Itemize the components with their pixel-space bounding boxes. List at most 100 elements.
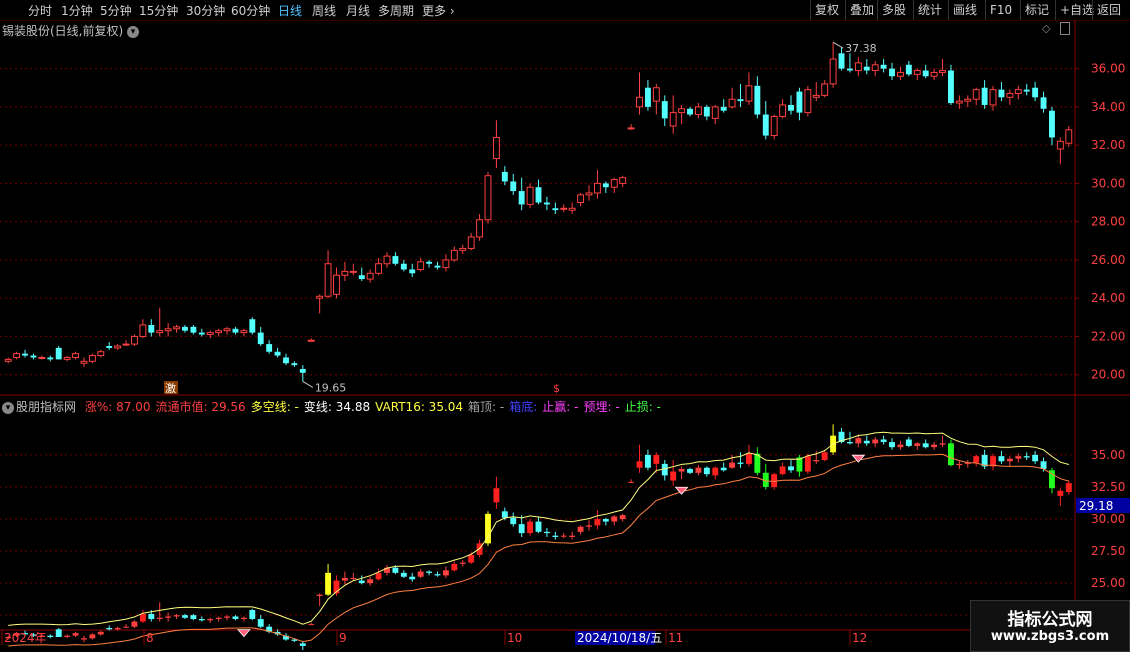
toolbar-button-8[interactable]: 返回 — [1092, 0, 1130, 20]
indicator-candle-body — [880, 439, 887, 443]
toolbar-button-3[interactable]: 统计 — [913, 0, 948, 20]
candle-body — [669, 112, 677, 127]
indicator-candle-body — [552, 535, 559, 537]
candle-body — [711, 106, 719, 119]
period-tab-7[interactable]: 周线 — [312, 2, 336, 19]
indicator-candle-body — [123, 626, 129, 628]
indicator-candle-body — [139, 613, 146, 622]
candle-body — [619, 177, 627, 184]
candle-body — [173, 326, 181, 330]
indicator-candle-body — [333, 580, 340, 594]
indicator-candle-body — [1065, 483, 1072, 493]
candle-body — [913, 70, 921, 75]
indicator-candle-body — [922, 443, 929, 448]
main-y-tick-label: 34.00 — [1091, 100, 1125, 114]
indicator-candle-body — [948, 443, 954, 466]
indicator-candle-body — [527, 521, 534, 534]
candle-body — [114, 345, 122, 349]
chevron-down-icon[interactable]: ▾ — [127, 25, 140, 38]
indicator-candle-body — [914, 443, 921, 446]
toolbar-button-7[interactable]: +自选 — [1055, 0, 1094, 20]
candle-body — [434, 265, 441, 268]
period-tab-2[interactable]: 5分钟 — [100, 2, 132, 19]
more-periods-button[interactable]: 更多 › — [422, 2, 455, 19]
indicator-candle-body — [973, 456, 980, 463]
site-watermark: 指标公式网 www.zbgs3.com — [970, 600, 1130, 652]
candle-body — [535, 187, 542, 203]
indicator-candle-body — [687, 468, 693, 473]
candle-body — [80, 360, 88, 364]
legend-item-2: 多空线: - — [250, 400, 299, 414]
candle-body — [72, 353, 79, 358]
candle-body — [754, 85, 761, 115]
indicator-name[interactable]: 股朋指标网 — [16, 400, 76, 414]
indicator-candle-body — [964, 462, 971, 464]
period-tab-3[interactable]: 15分钟 — [139, 2, 178, 19]
indicator-candle-body — [13, 633, 20, 636]
time-axis-highlight: 2024/10/18/五 — [577, 631, 662, 645]
scroll-icon[interactable] — [1060, 22, 1070, 35]
candle-body — [838, 53, 845, 69]
candle-body — [720, 106, 727, 111]
candle-body — [131, 335, 138, 345]
indicator-candle-body — [1040, 461, 1047, 469]
period-tab-6[interactable]: 日线 — [278, 2, 302, 19]
candle-body — [972, 89, 980, 100]
price-chart[interactable]: 36.00 34.00 32.00 30.00 28.00 26.00 24.00 22.00… — [0, 0, 1130, 650]
candle-body — [240, 330, 248, 334]
candle-body — [333, 274, 340, 295]
indicator-candle-body — [771, 474, 778, 487]
indicator-candle-body — [863, 440, 870, 444]
candle-body — [610, 179, 618, 188]
indicator-candle-body — [350, 577, 357, 579]
candle-body — [687, 108, 693, 115]
indicator-candle-body — [619, 515, 626, 519]
candle-body — [737, 99, 744, 102]
candle-body — [47, 357, 54, 360]
indicator-candle-body — [451, 563, 458, 571]
candle-body — [383, 255, 391, 265]
toolbar-button-1[interactable]: 叠加 — [845, 0, 877, 20]
candle-body — [1023, 89, 1030, 92]
candle-body — [788, 104, 794, 111]
period-tab-4[interactable]: 30分钟 — [186, 2, 225, 19]
indicator-candle-body — [89, 634, 96, 639]
candle-body — [88, 355, 96, 362]
time-highlight-box — [575, 631, 655, 645]
toolbar-button-4[interactable]: 画线 — [948, 0, 985, 20]
indicator-candle-body — [569, 535, 576, 537]
toolbar-button-2[interactable]: 多股 — [877, 0, 913, 20]
candle-body — [307, 339, 315, 342]
indicator-chevron-icon[interactable]: ▾ — [2, 401, 14, 414]
indicator-candle-body — [602, 519, 609, 522]
indicator-candle-body — [114, 628, 121, 630]
candle-body — [846, 68, 853, 71]
candle-body — [198, 332, 205, 335]
indicator-candle-body — [990, 456, 996, 467]
candle-body — [989, 89, 997, 106]
toolbar-button-0[interactable]: 复权 — [810, 0, 845, 20]
period-tab-0[interactable]: 分时 — [28, 2, 52, 19]
indicator-candle-body — [81, 638, 87, 640]
candle-body — [796, 91, 803, 113]
candle-body — [122, 343, 130, 346]
diamond-signal-icon — [237, 629, 251, 638]
period-tab-5[interactable]: 60分钟 — [231, 2, 270, 19]
period-tab-1[interactable]: 1分钟 — [61, 2, 93, 19]
toolbar-button-6[interactable]: 标记 — [1020, 0, 1055, 20]
candle-body — [678, 108, 686, 114]
diamond-icon[interactable]: ◇ — [1042, 22, 1050, 35]
high-pointer — [832, 41, 844, 49]
main-panel-title[interactable]: 锡装股份(日线,前复权) — [2, 24, 123, 38]
toolbar-button-5[interactable]: F10 — [985, 0, 1020, 20]
period-tab-9[interactable]: 多周期 — [378, 2, 414, 19]
indicator-candle-body — [737, 462, 744, 464]
candle-body — [182, 326, 188, 331]
candle-body — [854, 62, 862, 72]
indicator-candle-body — [661, 463, 668, 476]
candle-body — [400, 263, 407, 270]
indicator-lower-line — [8, 453, 1069, 647]
candle-body — [257, 332, 264, 345]
candle-body — [215, 330, 223, 334]
period-tab-8[interactable]: 月线 — [346, 2, 370, 19]
